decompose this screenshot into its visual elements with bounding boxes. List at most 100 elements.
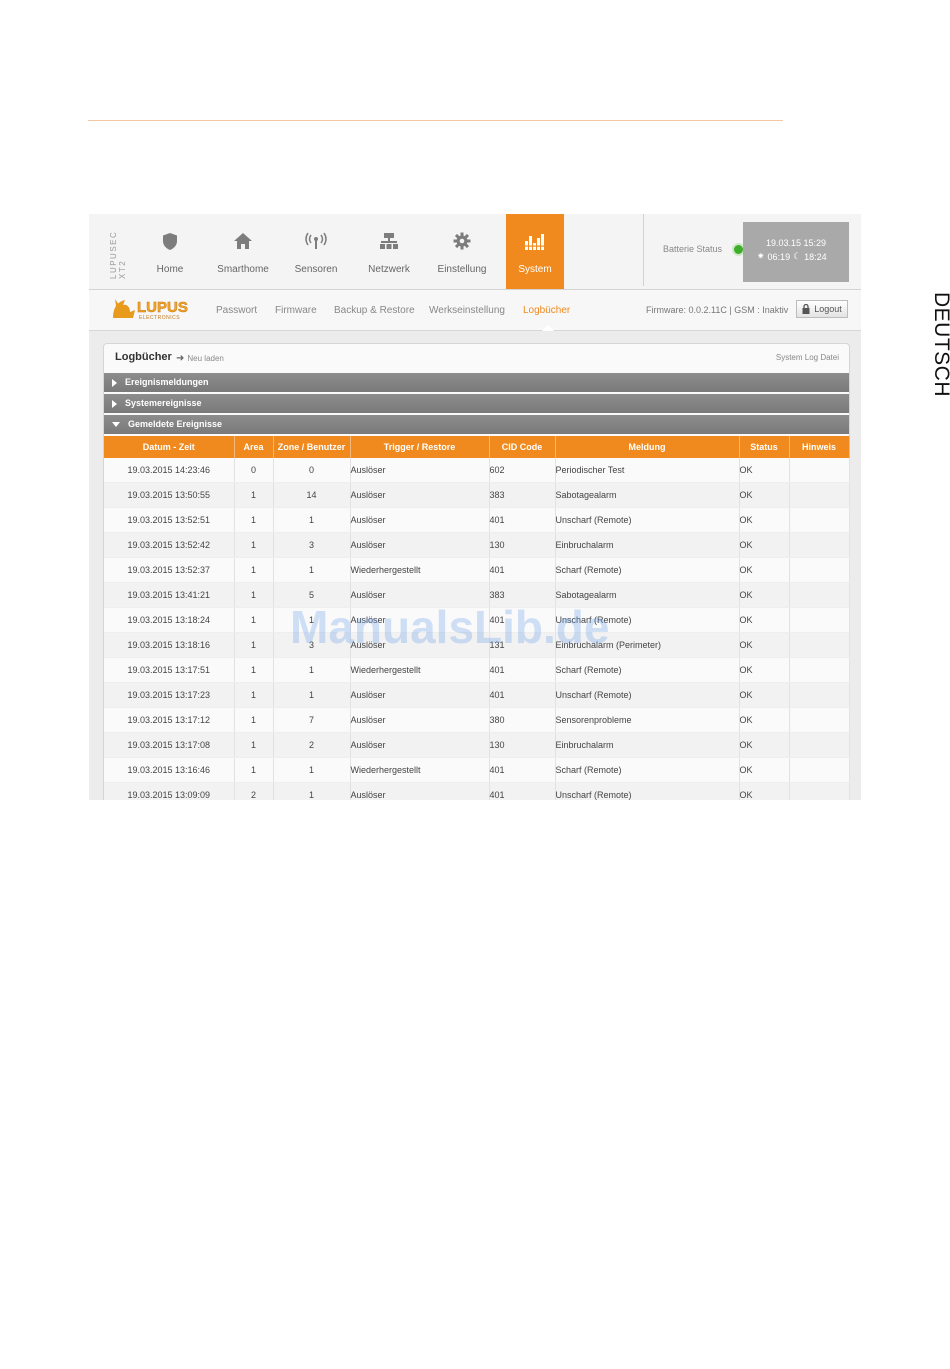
cell-cid: 401 bbox=[489, 557, 556, 583]
nav-home[interactable]: Home bbox=[140, 214, 200, 289]
nav-einstellung-label: Einstellung bbox=[437, 264, 487, 275]
cell-hinweis bbox=[789, 458, 850, 483]
cell-cid: 131 bbox=[489, 632, 556, 658]
cell-trigger: Auslöser bbox=[350, 732, 490, 758]
cell-status: OK bbox=[739, 757, 790, 783]
reload-link[interactable]: ➜ Neu laden bbox=[176, 353, 224, 364]
cell-trigger: Auslöser bbox=[350, 507, 490, 533]
table-row[interactable]: 19.03.2015 14:23:46 0 0 Auslöser 602 Periodis… bbox=[104, 458, 850, 483]
cell-hinweis bbox=[789, 507, 850, 533]
table-row[interactable]: 19.03.2015 13:09:09 2 1 Auslöser 401 Unscharf… bbox=[104, 782, 850, 800]
cell-status: OK bbox=[739, 582, 790, 608]
sun-icon: ✷ bbox=[757, 251, 765, 261]
cell-zone: 7 bbox=[273, 707, 351, 733]
cell-datetime: 19.03.2015 13:52:37 bbox=[104, 557, 235, 583]
column-header-cid[interactable]: CID Code bbox=[489, 436, 556, 458]
cell-meldung: Scharf (Remote) bbox=[555, 557, 740, 583]
home-icon bbox=[213, 230, 273, 252]
table-row[interactable]: 19.03.2015 13:52:51 1 1 Auslöser 401 Unscharf… bbox=[104, 507, 850, 533]
cell-hinweis bbox=[789, 582, 850, 608]
cell-meldung: Unscharf (Remote) bbox=[555, 607, 740, 633]
table-row[interactable]: 19.03.2015 13:17:51 1 1 Wiederhergestellt 40… bbox=[104, 657, 850, 683]
system-log-file-link[interactable]: System Log Datei bbox=[776, 353, 839, 362]
cell-status: OK bbox=[739, 532, 790, 558]
cell-area: 1 bbox=[234, 607, 274, 633]
column-header-meldung[interactable]: Meldung bbox=[555, 436, 740, 458]
accordion-gemeldete-ereignisse[interactable]: Gemeldete Ereignisse bbox=[104, 415, 849, 434]
language-side-label: DEUTSCH bbox=[930, 292, 950, 398]
accordion-ereignismeldungen[interactable]: Ereignismeldungen bbox=[104, 373, 849, 392]
nav-sensoren[interactable]: Sensoren bbox=[286, 214, 346, 289]
cell-cid: 130 bbox=[489, 732, 556, 758]
table-row[interactable]: 19.03.2015 13:18:16 1 3 Auslöser 131 Einbruch… bbox=[104, 632, 850, 658]
cell-cid: 130 bbox=[489, 532, 556, 558]
cell-cid: 401 bbox=[489, 657, 556, 683]
expand-arrow-icon bbox=[112, 378, 117, 387]
table-row[interactable]: 19.03.2015 13:17:23 1 1 Auslöser 401 Unscharf… bbox=[104, 682, 850, 708]
column-header-status[interactable]: Status bbox=[739, 436, 790, 458]
cell-zone: 1 bbox=[273, 682, 351, 708]
accordion-systemereignisse[interactable]: Systemereignisse bbox=[104, 394, 849, 413]
cell-zone: 1 bbox=[273, 607, 351, 633]
subnav-werkseinstellung[interactable]: Werkseinstellung bbox=[429, 305, 505, 316]
cell-zone: 1 bbox=[273, 657, 351, 683]
cell-datetime: 19.03.2015 13:52:51 bbox=[104, 507, 235, 533]
cell-meldung: Einbruchalarm (Perimeter) bbox=[555, 632, 740, 658]
cell-datetime: 19.03.2015 13:16:46 bbox=[104, 757, 235, 783]
accordion-label: Gemeldete Ereignisse bbox=[128, 419, 223, 429]
column-header-datum[interactable]: Datum - Zeit bbox=[104, 436, 235, 458]
nav-einstellung[interactable]: Einstellung bbox=[432, 214, 492, 289]
table-row[interactable]: 19.03.2015 13:17:08 1 2 Auslöser 130 Einbruch… bbox=[104, 732, 850, 758]
nav-smarthome[interactable]: Smarthome bbox=[213, 214, 273, 289]
cell-zone: 1 bbox=[273, 557, 351, 583]
column-header-area[interactable]: Area bbox=[234, 436, 274, 458]
cell-trigger: Auslöser bbox=[350, 458, 490, 483]
cell-cid: 401 bbox=[489, 782, 556, 800]
cell-hinweis bbox=[789, 782, 850, 800]
subnav-firmware[interactable]: Firmware bbox=[275, 305, 317, 316]
cell-meldung: Unscharf (Remote) bbox=[555, 682, 740, 708]
nav-system[interactable]: System bbox=[506, 214, 564, 289]
header-rule bbox=[88, 120, 783, 121]
nav-smarthome-label: Smarthome bbox=[217, 264, 269, 275]
column-header-zone[interactable]: Zone / Benutzer bbox=[273, 436, 351, 458]
sunrise-time: 06:19 bbox=[767, 251, 791, 262]
collapse-arrow-icon bbox=[112, 422, 120, 428]
svg-text:LUPUS: LUPUS bbox=[137, 299, 188, 316]
lock-icon bbox=[802, 304, 810, 314]
nav-netzwerk[interactable]: Netzwerk bbox=[359, 214, 419, 289]
subnav-backup-restore[interactable]: Backup & Restore bbox=[334, 305, 415, 316]
svg-text:ELECTRONICS: ELECTRONICS bbox=[139, 315, 180, 321]
table-row[interactable]: 19.03.2015 13:17:12 1 7 Auslöser 380 Sensoren… bbox=[104, 707, 850, 733]
nav-divider bbox=[643, 214, 644, 286]
cell-status: OK bbox=[739, 782, 790, 800]
cell-hinweis bbox=[789, 532, 850, 558]
subnav-passwort[interactable]: Passwort bbox=[216, 305, 257, 316]
cell-area: 1 bbox=[234, 757, 274, 783]
accordion-label: Systemereignisse bbox=[125, 398, 202, 408]
cell-area: 1 bbox=[234, 582, 274, 608]
cell-trigger: Auslöser bbox=[350, 532, 490, 558]
table-row[interactable]: 19.03.2015 13:41:21 1 5 Auslöser 383 Sabotage… bbox=[104, 582, 850, 608]
table-row[interactable]: 19.03.2015 13:16:46 1 1 Wiederhergestellt 40… bbox=[104, 757, 850, 783]
table-row[interactable]: 19.03.2015 13:52:37 1 1 Wiederhergestellt 40… bbox=[104, 557, 850, 583]
subnav-logbuecher[interactable]: Logbücher bbox=[523, 305, 570, 316]
table-row[interactable]: 19.03.2015 13:52:42 1 3 Auslöser 130 Einbruch… bbox=[104, 532, 850, 558]
cell-meldung: Einbruchalarm bbox=[555, 732, 740, 758]
column-header-trigger[interactable]: Trigger / Restore bbox=[350, 436, 490, 458]
table-row[interactable]: 19.03.2015 13:18:24 1 1 Auslöser 401 Unscharf… bbox=[104, 607, 850, 633]
battery-status-label: Batterie Status bbox=[663, 244, 723, 254]
cell-hinweis bbox=[789, 607, 850, 633]
column-header-hinweis[interactable]: Hinweis bbox=[789, 436, 850, 458]
brand-name: LUPUSEC bbox=[109, 230, 118, 279]
expand-arrow-icon bbox=[112, 399, 117, 408]
arrow-right-icon: ➜ bbox=[176, 353, 185, 364]
cell-cid: 401 bbox=[489, 607, 556, 633]
cell-hinweis bbox=[789, 482, 850, 508]
logout-button[interactable]: Logout bbox=[796, 300, 848, 318]
cell-datetime: 19.03.2015 14:23:46 bbox=[104, 458, 235, 483]
table-row[interactable]: 19.03.2015 13:50:55 1 14 Auslöser 383 Sabotag… bbox=[104, 482, 850, 508]
logbook-panel: Logbücher ➜ Neu laden System Log Datei E… bbox=[103, 343, 850, 800]
top-navigation-bar: LUPUSEC XT2 Home Smarthome Sensoren Netz… bbox=[89, 214, 861, 290]
cell-zone: 0 bbox=[273, 458, 351, 483]
